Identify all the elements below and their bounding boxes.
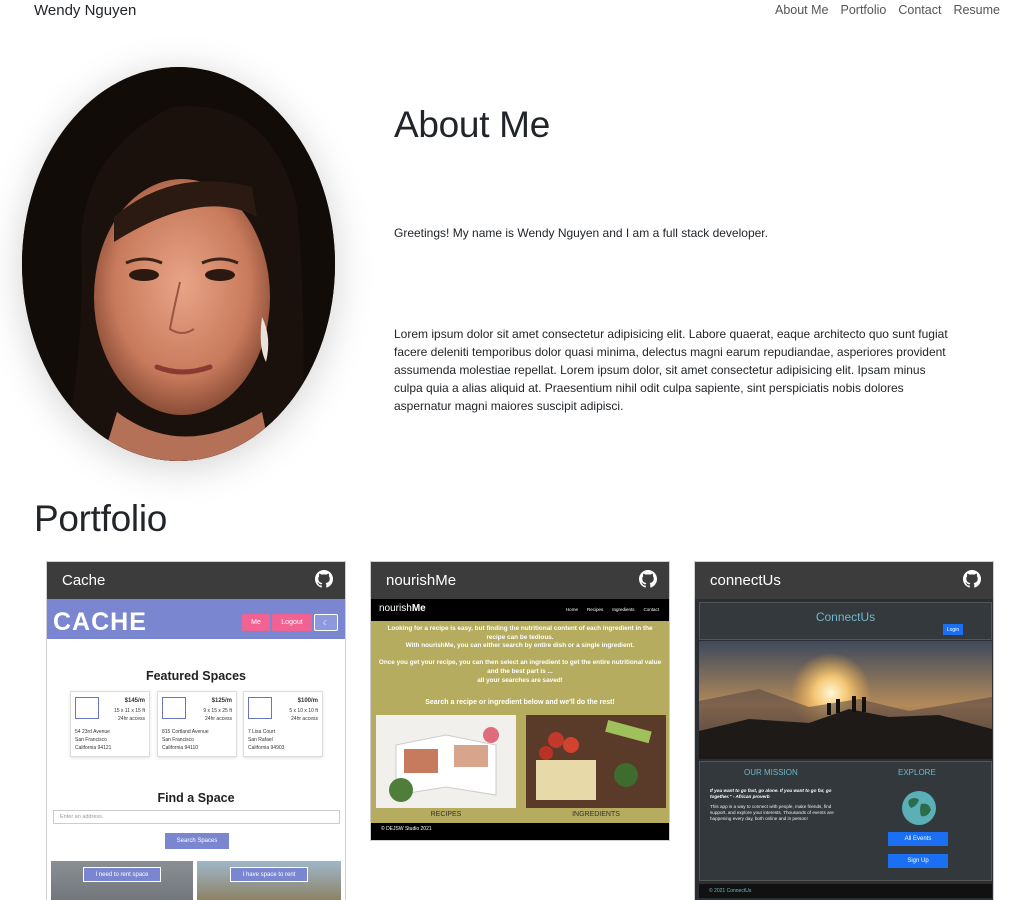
card-header: connectUs — [695, 562, 993, 599]
nav-link-about[interactable]: About Me — [775, 3, 829, 17]
globe-icon — [902, 791, 936, 825]
github-icon[interactable] — [639, 570, 657, 588]
about-heading: About Me — [394, 104, 550, 145]
space-price: $145/m — [124, 698, 145, 704]
connectus-navbar: ConnectUs Login — [699, 602, 992, 640]
sunset-hikers-image — [699, 641, 992, 759]
space-dims: 15 x 11 x 15 ft 24hr access — [113, 708, 145, 722]
nourish-cta: Search a recipe or ingredient below and … — [425, 699, 615, 706]
nourishme-preview[interactable]: nourishMe Home Recipes Ingredients Conta… — [371, 599, 669, 840]
nourish-navbar: nourishMe Home Recipes Ingredients Conta… — [371, 599, 669, 621]
nourish-hero: Looking for a recipe is easy, but findin… — [371, 621, 669, 711]
space-dims: 5 x 10 x 10 ft 24hr access — [289, 708, 318, 722]
connectus-all-events-button: All Events — [888, 832, 948, 846]
profile-portrait-illustration — [22, 67, 335, 461]
connectus-preview[interactable]: ConnectUs Login OUR MISSION EXPLORE If y… — [695, 599, 993, 900]
portfolio-heading: Portfolio — [34, 498, 168, 539]
space-price: $100/m — [297, 698, 318, 704]
nourish-footer: © DEJSW Studio 2021 — [371, 823, 669, 836]
cache-theme-button: ☾ — [314, 614, 338, 631]
connectus-info-panel: OUR MISSION EXPLORE If you want to go fa… — [699, 761, 992, 881]
site-brand[interactable]: Wendy Nguyen — [34, 2, 136, 19]
cache-logo: CACHE — [53, 608, 147, 636]
cache-list-button: I have space to rent — [230, 867, 308, 882]
cache-find-heading: Find a Space — [157, 791, 235, 805]
cache-search-button: Search Spaces — [165, 833, 229, 849]
recipe-book-image — [376, 715, 516, 808]
cache-featured-heading: Featured Spaces — [145, 669, 247, 683]
nav-link-portfolio[interactable]: Portfolio — [841, 3, 887, 17]
cache-navbar: CACHE Me Logout ☾ — [47, 599, 345, 639]
connectus-signup-button: Sign Up — [888, 854, 948, 868]
connectus-footer: © 2021 ConnectUs — [699, 884, 992, 898]
card-title: Cache — [62, 572, 106, 589]
github-icon[interactable] — [963, 570, 981, 588]
project-card-nourishme: nourishMe nourishMe Home Recipes Ingredi… — [370, 561, 670, 841]
cache-preview[interactable]: CACHE Me Logout ☾ Featured Spaces $145/m… — [47, 599, 345, 900]
card-title: nourishMe — [386, 572, 457, 589]
project-card-connectus: connectUs ConnectUs Login OUR MISSION EX… — [694, 561, 994, 900]
github-icon[interactable] — [315, 570, 333, 588]
nourish-recipes-label: RECIPES — [430, 811, 462, 818]
about-body-text: Lorem ipsum dolor sit amet consectetur a… — [394, 327, 948, 413]
about-greeting: Greetings! My name is Wendy Nguyen and I… — [394, 226, 768, 240]
nav-link-contact[interactable]: Contact — [898, 3, 941, 17]
nourish-ingredients-label: INGREDIENTS — [572, 811, 620, 818]
connectus-explore-heading: EXPLORE — [898, 768, 936, 777]
house-photo: I have space to rent — [197, 861, 341, 900]
space-address: 7 Lisa Court San Rafael California 94903 — [248, 729, 285, 751]
nourish-columns: RECIPES INGREDIENTS — [371, 711, 669, 823]
connectus-mission-heading: OUR MISSION — [744, 768, 798, 777]
cache-space-card: $125/m 9 x 15 x 25 ft 24hr access 815 Cor… — [157, 691, 237, 757]
space-price: $125/m — [211, 698, 232, 704]
connectus-brand: ConnectUs — [815, 610, 876, 624]
cache-rent-button: I need to rent space — [83, 867, 161, 882]
connectus-description: This app is a way to connect with people… — [710, 804, 834, 821]
nav-link-resume[interactable]: Resume — [953, 3, 1000, 17]
space-dims: 9 x 15 x 25 ft 24hr access — [203, 708, 232, 722]
building-icon — [162, 697, 186, 719]
nav-links: About Me Portfolio Contact Resume — [775, 3, 1000, 17]
garage-icon — [75, 697, 99, 719]
nourish-nav-links: Home Recipes Ingredients Contact — [565, 607, 659, 612]
garage-photo: I need to rent space — [51, 861, 193, 900]
connectus-quote: If you want to go fast, go alone. If you… — [710, 788, 832, 799]
cache-address-input: Enter an address. — [53, 810, 340, 824]
cache-logout-button: Logout — [272, 614, 312, 631]
card-header: Cache — [47, 562, 345, 599]
connectus-login-button: Login — [943, 624, 963, 635]
profile-photo — [22, 67, 335, 461]
space-address: 54 23rd Avenue San Francisco California 94… — [75, 729, 112, 751]
nourish-brand: nourishMe — [379, 603, 426, 614]
ingredients-image — [526, 715, 666, 808]
project-card-cache: Cache CACHE Me Logout ☾ Featured Spaces … — [46, 561, 346, 900]
warehouse-icon — [248, 697, 272, 719]
card-title: connectUs — [710, 572, 781, 589]
cache-space-card: $145/m 15 x 11 x 15 ft 24hr access 54 23r… — [70, 691, 150, 757]
cache-me-button: Me — [242, 614, 270, 631]
space-address: 815 Cortland Avenue San Francisco Californ… — [162, 729, 209, 751]
top-navbar: Wendy Nguyen About Me Portfolio Contact … — [0, 0, 1012, 24]
cache-space-card: $100/m 5 x 10 x 10 ft 24hr access 7 Lisa … — [243, 691, 323, 757]
card-header: nourishMe — [371, 562, 669, 599]
